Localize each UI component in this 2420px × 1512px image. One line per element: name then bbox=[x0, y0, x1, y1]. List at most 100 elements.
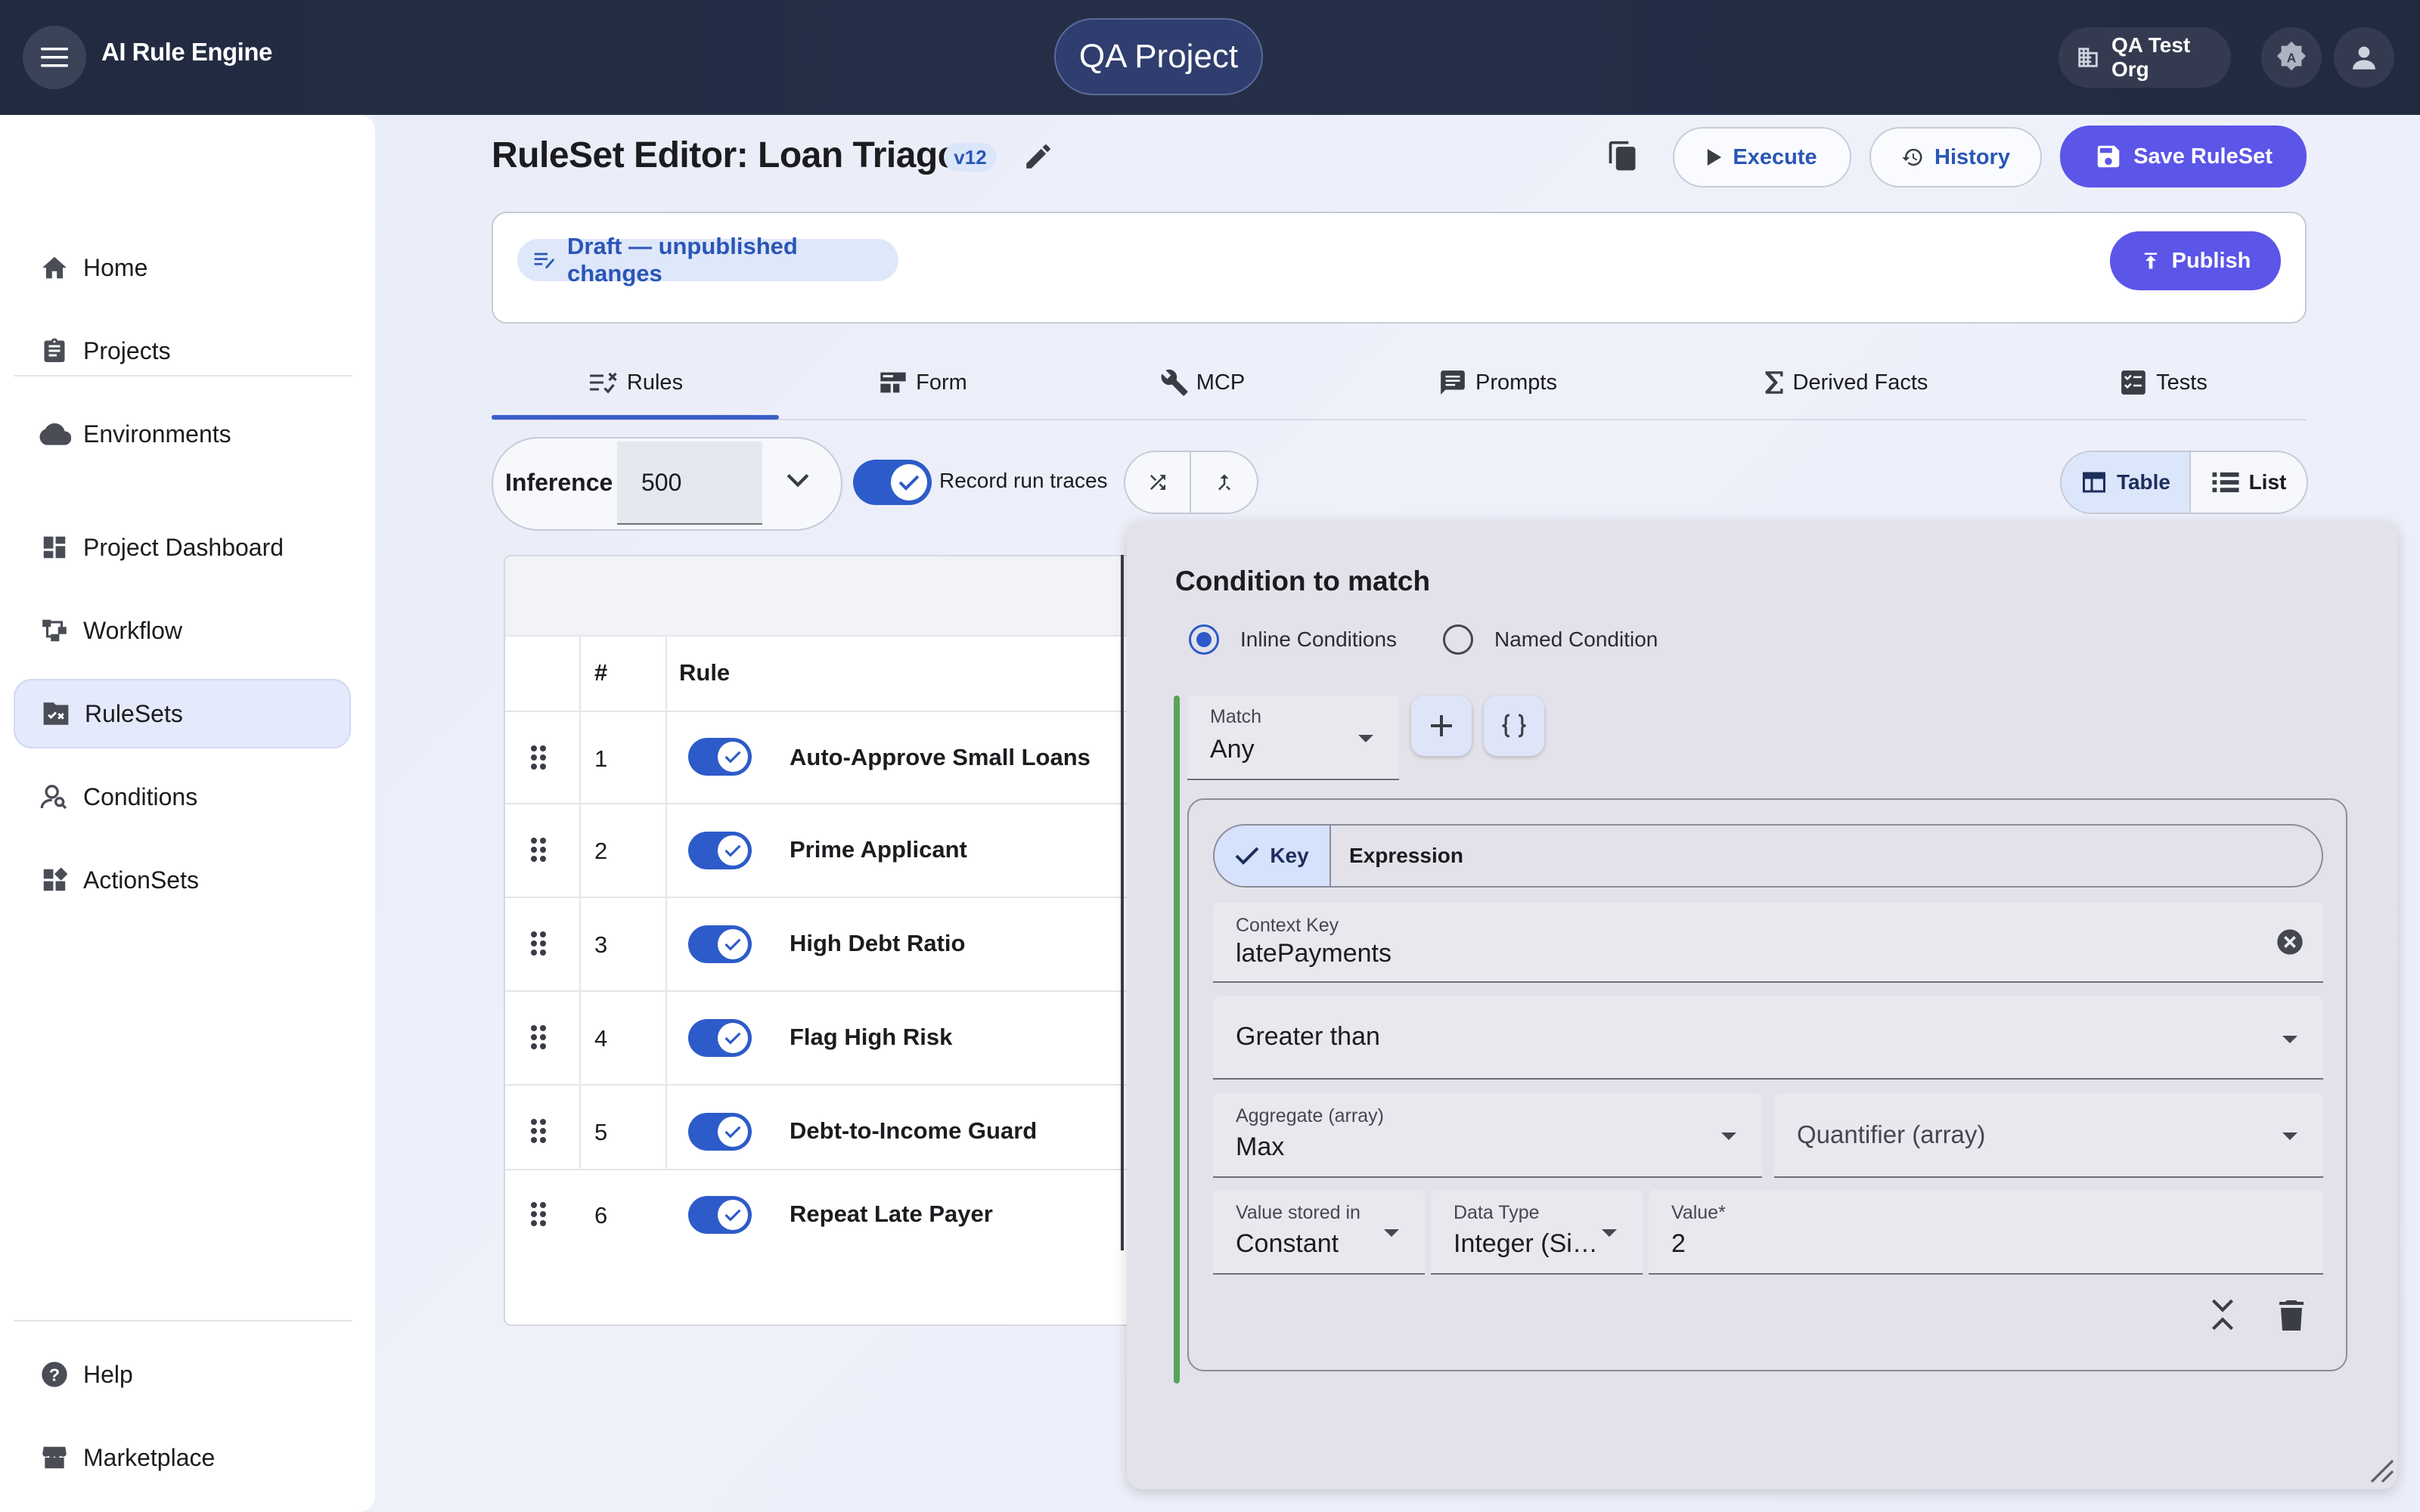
row-number: 5 bbox=[594, 1119, 608, 1145]
drag-handle-icon[interactable] bbox=[529, 1201, 548, 1228]
edit-title-button[interactable] bbox=[1022, 141, 1054, 172]
aggregate-value: Max bbox=[1236, 1132, 1285, 1161]
app-title: AI Rule Engine bbox=[101, 38, 272, 66]
value-stored-in-select[interactable]: Value stored in Constant bbox=[1213, 1190, 1425, 1275]
record-traces-label: Record run traces bbox=[939, 469, 1108, 492]
radio-inline-label: Inline Conditions bbox=[1240, 627, 1398, 651]
radio-selected-icon bbox=[1189, 624, 1219, 655]
building-icon bbox=[2075, 45, 2101, 70]
tab-form[interactable]: Form bbox=[779, 355, 1066, 410]
page-title: RuleSet Editor: Loan Triage bbox=[492, 135, 957, 175]
save-ruleset-button[interactable]: Save RuleSet bbox=[2060, 125, 2307, 187]
drag-handle-icon[interactable] bbox=[529, 744, 548, 771]
sidebar-item-label: Project Dashboard bbox=[83, 533, 284, 561]
sidebar-item-label: RuleSets bbox=[85, 699, 183, 727]
match-value: Any bbox=[1210, 735, 1255, 764]
value-value: 2 bbox=[1671, 1229, 1686, 1258]
rule-enabled-toggle[interactable] bbox=[688, 1019, 752, 1057]
sidebar-item-label: Conditions bbox=[83, 782, 198, 810]
tab-label: Rules bbox=[626, 370, 684, 395]
edit-note-icon bbox=[532, 249, 557, 271]
record-traces-toggle[interactable] bbox=[853, 460, 932, 505]
execute-button[interactable]: Execute bbox=[1673, 127, 1851, 187]
add-condition-button[interactable] bbox=[1411, 696, 1472, 756]
context-key-field[interactable]: Context Key latePayments bbox=[1213, 903, 2323, 983]
sidebar-item-actionsets[interactable]: ActionSets bbox=[14, 845, 351, 915]
account-button[interactable] bbox=[2334, 27, 2394, 88]
sidebar-item-help[interactable]: ? Help bbox=[14, 1340, 351, 1409]
quantifier-select[interactable]: Quantifier (array) bbox=[1774, 1093, 2323, 1178]
check-icon bbox=[718, 835, 748, 866]
add-group-button[interactable] bbox=[1484, 696, 1544, 756]
drag-handle-icon[interactable] bbox=[529, 1117, 548, 1145]
radio-inline-conditions[interactable]: Inline Conditions bbox=[1189, 624, 1397, 655]
check-icon bbox=[718, 1200, 748, 1230]
draft-status-chip: Draft — unpublished changes bbox=[517, 233, 898, 287]
rule-name: Auto-Approve Small Loans bbox=[790, 744, 1091, 770]
braces-icon bbox=[1500, 713, 1528, 739]
collapse-icon bbox=[2210, 1297, 2235, 1332]
drag-handle-icon[interactable] bbox=[529, 1024, 548, 1051]
sidebar-item-workflow[interactable]: Workflow bbox=[14, 596, 351, 665]
radio-named-condition[interactable]: Named Condition bbox=[1443, 624, 1658, 655]
trash-icon bbox=[2278, 1300, 2305, 1331]
clipboard-icon bbox=[38, 334, 71, 367]
context-key-label: Context Key bbox=[1236, 915, 1339, 936]
match-select[interactable]: Match Any bbox=[1187, 696, 1399, 780]
delete-condition-button[interactable] bbox=[2278, 1300, 2305, 1331]
publish-button[interactable]: Publish bbox=[2110, 231, 2281, 290]
rule-enabled-toggle[interactable] bbox=[688, 738, 752, 776]
copy-button[interactable] bbox=[1606, 139, 1640, 174]
sidebar: Home Projects Environments Project Dashb… bbox=[0, 115, 375, 1512]
tab-derived-facts[interactable]: Derived Facts bbox=[1702, 355, 1989, 410]
merge-button[interactable] bbox=[1191, 452, 1257, 513]
publish-label: Publish bbox=[2171, 248, 2251, 273]
view-list-button[interactable]: List bbox=[2191, 452, 2307, 513]
tab-prompts[interactable]: Prompts bbox=[1354, 355, 1641, 410]
sidebar-divider bbox=[14, 1320, 352, 1321]
sidebar-item-marketplace[interactable]: Marketplace bbox=[14, 1423, 351, 1492]
data-type-value: Integer (Si… bbox=[1454, 1229, 1598, 1258]
view-table-button[interactable]: Table bbox=[2062, 452, 2191, 513]
sidebar-item-conditions[interactable]: Conditions bbox=[14, 762, 351, 832]
history-button[interactable]: History bbox=[1869, 127, 2042, 187]
segment-expression[interactable]: Expression bbox=[1331, 826, 2322, 886]
sidebar-item-rulesets[interactable]: RuleSets bbox=[14, 679, 351, 748]
sidebar-item-environments[interactable]: Environments bbox=[14, 399, 351, 469]
store-icon bbox=[38, 1441, 71, 1474]
sidebar-item-label: Environments bbox=[83, 420, 231, 448]
rule-enabled-toggle[interactable] bbox=[688, 1113, 752, 1151]
svg-text:?: ? bbox=[49, 1365, 60, 1384]
drag-handle-icon[interactable] bbox=[529, 930, 548, 957]
inference-dropdown-button[interactable] bbox=[786, 473, 809, 488]
clear-icon[interactable] bbox=[2275, 927, 2305, 957]
dropdown-caret-icon bbox=[2282, 1132, 2297, 1140]
sidebar-item-home[interactable]: Home bbox=[14, 233, 351, 302]
value-input[interactable]: Value* 2 bbox=[1649, 1190, 2323, 1275]
segment-key[interactable]: Key bbox=[1215, 826, 1331, 886]
collapse-button[interactable] bbox=[2210, 1297, 2235, 1332]
inference-input[interactable]: 500 bbox=[617, 442, 762, 525]
resize-corner-icon[interactable] bbox=[2367, 1456, 2394, 1483]
sidebar-item-label: Projects bbox=[83, 336, 171, 364]
tab-rules[interactable]: Rules bbox=[492, 355, 779, 410]
data-type-select[interactable]: Data Type Integer (Si… bbox=[1431, 1190, 1643, 1275]
aggregate-select[interactable]: Aggregate (array) Max bbox=[1213, 1093, 1762, 1178]
shuffle-button[interactable] bbox=[1125, 452, 1192, 513]
rule-enabled-toggle[interactable] bbox=[688, 1196, 752, 1234]
sidebar-item-project-dashboard[interactable]: Project Dashboard bbox=[14, 513, 351, 582]
drag-handle-icon[interactable] bbox=[529, 836, 548, 863]
form-icon bbox=[878, 370, 908, 395]
shuffle-icon bbox=[1146, 471, 1169, 494]
rule-enabled-toggle[interactable] bbox=[688, 832, 752, 869]
column-header-number: # bbox=[594, 659, 608, 686]
org-selector[interactable]: QA Test Org bbox=[2059, 27, 2231, 88]
theme-toggle-button[interactable]: A bbox=[2261, 27, 2322, 88]
rule-enabled-toggle[interactable] bbox=[688, 925, 752, 963]
column-resize-handle[interactable] bbox=[1121, 555, 1124, 1250]
menu-button[interactable] bbox=[23, 26, 86, 89]
tab-tests[interactable]: Tests bbox=[2019, 355, 2307, 410]
project-selector[interactable]: QA Project bbox=[1054, 18, 1263, 95]
tab-mcp[interactable]: MCP bbox=[1059, 355, 1346, 410]
operator-select[interactable]: Greater than bbox=[1213, 996, 2323, 1080]
